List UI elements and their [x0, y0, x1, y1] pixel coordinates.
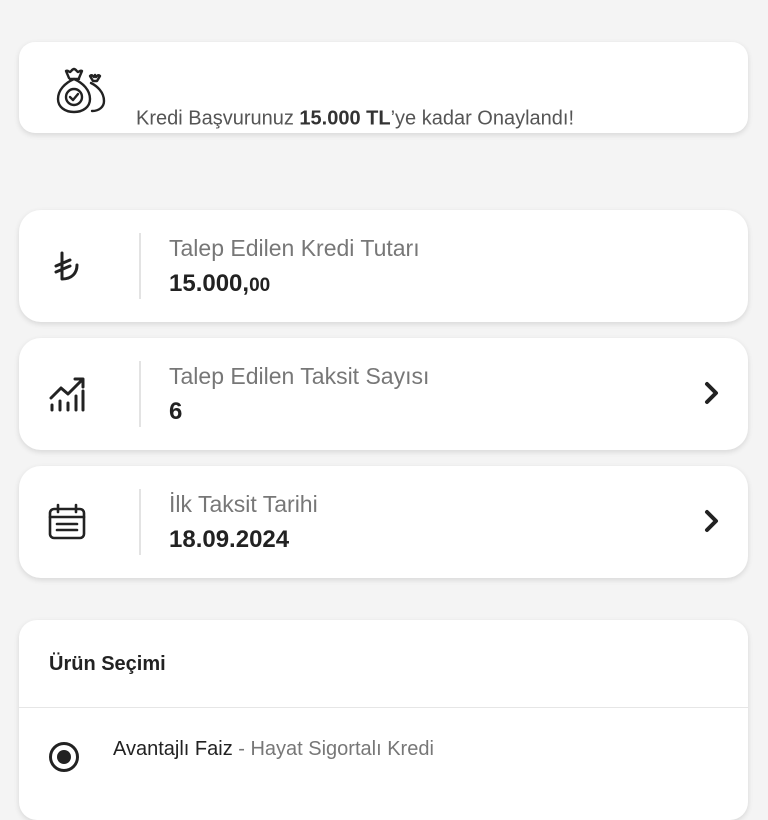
field-value: 15.000,00	[169, 270, 270, 298]
product-option-label[interactable]: Avantajlı Faiz - Hayat Sigortalı Kredi	[113, 738, 434, 761]
calendar-icon	[47, 502, 87, 542]
field-value: 18.09.2024	[169, 526, 290, 553]
field-divider	[139, 361, 141, 427]
growth-chart-icon	[47, 374, 87, 414]
approval-text-suffix: ’ye kadar Onaylandı!	[390, 107, 575, 130]
option-main-label: Avantajlı Faiz	[113, 738, 233, 760]
product-selection-title: Ürün Seçimi	[49, 653, 166, 675]
installment-count-field[interactable]: Talep Edilen Taksit Sayısı 6	[19, 338, 748, 450]
field-divider	[139, 233, 141, 299]
approval-banner: Kredi Başvurunuz 15.000 TL’ye kadar Onay…	[19, 42, 748, 133]
amount-decimal: 00	[249, 275, 271, 296]
field-value: 6	[169, 398, 183, 425]
money-bags-check-icon	[55, 61, 109, 115]
product-selection-card: Ürün Seçimi Avantajlı Faiz - Hayat Sigor…	[19, 620, 748, 820]
approved-amount: 15.000 TL	[299, 107, 391, 130]
chevron-right-icon[interactable]	[700, 506, 724, 536]
approval-text: Kredi Başvurunuz	[136, 107, 300, 130]
chevron-right-icon[interactable]	[700, 378, 724, 408]
option-sub-label: Hayat Sigortalı Kredi	[250, 738, 434, 760]
first-installment-date-field[interactable]: İlk Taksit Tarihi 18.09.2024	[19, 466, 748, 578]
field-label: Talep Edilen Kredi Tutarı	[169, 235, 420, 261]
field-label: İlk Taksit Tarihi	[169, 491, 318, 517]
field-divider	[139, 489, 141, 555]
option-separator: -	[232, 738, 251, 760]
section-divider	[19, 707, 748, 708]
lira-icon	[47, 246, 87, 286]
approval-message: Kredi Başvurunuz 15.000 TL’ye kadar Onay…	[136, 108, 574, 131]
field-label: Talep Edilen Taksit Sayısı	[169, 363, 430, 389]
amount-integer: 15.000,	[169, 270, 250, 297]
credit-amount-field[interactable]: Talep Edilen Kredi Tutarı 15.000,00	[19, 210, 748, 322]
